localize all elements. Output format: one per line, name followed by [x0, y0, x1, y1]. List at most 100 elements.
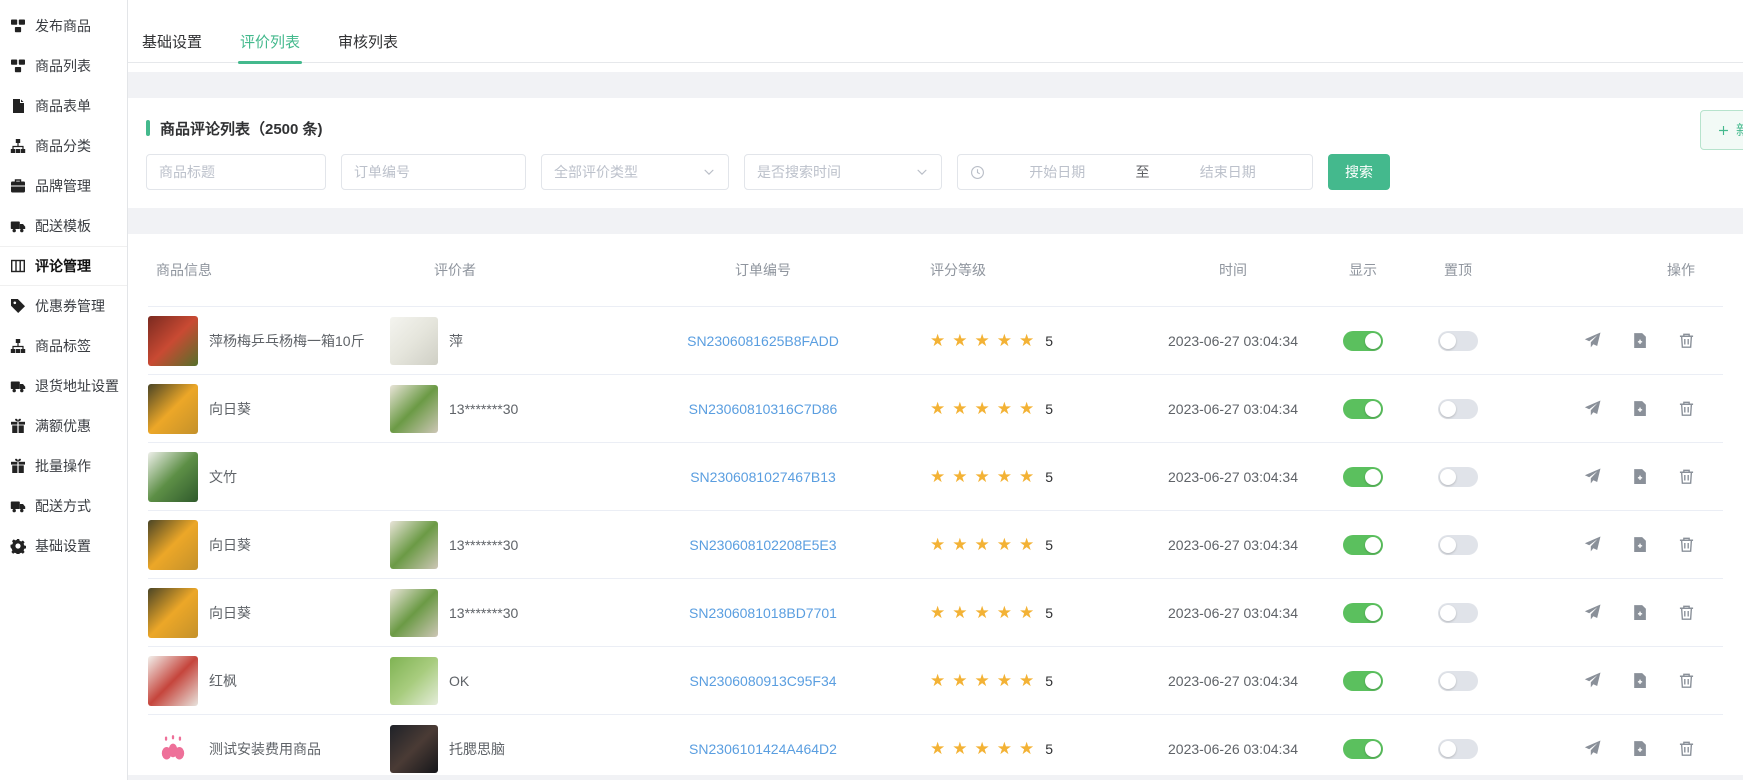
file-add-icon[interactable] — [1631, 400, 1648, 417]
order-number-link[interactable]: SN230608102208E5E3 — [689, 537, 836, 553]
send-icon[interactable] — [1584, 400, 1601, 417]
delete-icon[interactable] — [1678, 468, 1695, 485]
sidebar-item[interactable]: 配送方式 — [0, 486, 127, 526]
truck-icon — [10, 378, 26, 394]
sidebar-item[interactable]: 退货地址设置 — [0, 366, 127, 406]
tab-bar: 基础设置 评价列表 审核列表 — [128, 0, 1743, 72]
sidebar-item-label: 优惠券管理 — [35, 296, 105, 316]
column-header: 时间 — [1148, 260, 1318, 280]
start-date-field[interactable]: 开始日期 — [985, 162, 1130, 182]
reviewer-name: 托腮思脑 — [449, 739, 505, 759]
sidebar-item[interactable]: 优惠券管理 — [0, 286, 127, 326]
delete-icon[interactable] — [1678, 536, 1695, 553]
toggle-knob — [1365, 741, 1381, 757]
order-number-link[interactable]: SN2306081018BD7701 — [689, 605, 837, 621]
sidebar-item[interactable]: 发布商品 — [0, 6, 127, 46]
toggle-knob — [1440, 469, 1456, 485]
top-toggle[interactable] — [1438, 603, 1478, 623]
sidebar-item[interactable]: 商品标签 — [0, 326, 127, 366]
send-icon[interactable] — [1584, 468, 1601, 485]
file-add-icon[interactable] — [1631, 332, 1648, 349]
review-type-select[interactable]: 全部评价类型 — [541, 154, 729, 190]
tab[interactable]: 审核列表 — [338, 20, 398, 62]
table-row: 萍杨梅乒乓杨梅一箱10斤 萍 SN2306081625B8FADD ★★★★★ … — [148, 306, 1723, 374]
sidebar-item[interactable]: 批量操作 — [0, 446, 127, 486]
sidebar-item[interactable]: 品牌管理 — [0, 166, 127, 206]
order-no-input[interactable] — [341, 154, 526, 190]
plus-icon — [1717, 124, 1730, 137]
sidebar-item[interactable]: 评论管理 — [0, 246, 127, 286]
show-toggle[interactable] — [1343, 399, 1383, 419]
send-icon[interactable] — [1584, 536, 1601, 553]
search-button[interactable]: 搜索 — [1328, 154, 1390, 190]
sidebar-item-label: 品牌管理 — [35, 176, 91, 196]
review-time: 2023-06-27 03:04:34 — [1168, 605, 1298, 621]
sidebar-item[interactable]: 基础设置 — [0, 526, 127, 566]
rating-stars: ★★★★★ — [930, 604, 1041, 621]
date-range-picker[interactable]: 开始日期 至 结束日期 — [957, 154, 1313, 190]
send-icon[interactable] — [1584, 604, 1601, 621]
tab[interactable]: 基础设置 — [142, 20, 202, 62]
sidebar-item[interactable]: 满额优惠 — [0, 406, 127, 446]
product-name: 向日葵 — [209, 535, 251, 555]
sidebar-item[interactable]: 商品分类 — [0, 126, 127, 166]
top-toggle[interactable] — [1438, 331, 1478, 351]
send-icon[interactable] — [1584, 740, 1601, 757]
reviewer-name: OK — [449, 673, 469, 689]
toggle-knob — [1365, 469, 1381, 485]
delete-icon[interactable] — [1678, 740, 1695, 757]
order-number-link[interactable]: SN2306081027467B13 — [690, 469, 836, 485]
show-toggle[interactable] — [1343, 331, 1383, 351]
product-title-input[interactable] — [146, 154, 326, 190]
end-date-field[interactable]: 结束日期 — [1156, 162, 1301, 182]
truck-icon — [10, 498, 26, 514]
product-image — [148, 316, 198, 366]
send-icon[interactable] — [1584, 332, 1601, 349]
order-number-link[interactable]: SN23060810316C7D86 — [689, 401, 838, 417]
add-new-button[interactable]: 新增 — [1700, 110, 1743, 150]
briefcase-icon — [10, 178, 26, 194]
sidebar-item[interactable]: 配送模板 — [0, 206, 127, 246]
order-number-link[interactable]: SN2306101424A464D2 — [689, 741, 837, 757]
sidebar-item-label: 批量操作 — [35, 456, 91, 476]
rating-value: 5 — [1045, 333, 1053, 349]
tab[interactable]: 评价列表 — [240, 20, 300, 62]
show-toggle[interactable] — [1343, 739, 1383, 759]
show-toggle[interactable] — [1343, 467, 1383, 487]
top-toggle[interactable] — [1438, 399, 1478, 419]
show-toggle[interactable] — [1343, 603, 1383, 623]
file-add-icon[interactable] — [1631, 672, 1648, 689]
send-icon[interactable] — [1584, 672, 1601, 689]
column-header: 置顶 — [1408, 260, 1508, 280]
reviewer-name: 13*******30 — [449, 537, 518, 553]
file-add-icon[interactable] — [1631, 536, 1648, 553]
delete-icon[interactable] — [1678, 604, 1695, 621]
top-toggle[interactable] — [1438, 467, 1478, 487]
delete-icon[interactable] — [1678, 672, 1695, 689]
show-toggle[interactable] — [1343, 671, 1383, 691]
file-add-icon[interactable] — [1631, 604, 1648, 621]
time-search-select[interactable]: 是否搜索时间 — [744, 154, 942, 190]
sidebar-item[interactable]: 商品列表 — [0, 46, 127, 86]
title-accent-bar — [146, 120, 150, 136]
top-toggle[interactable] — [1438, 535, 1478, 555]
review-time: 2023-06-27 03:04:34 — [1168, 673, 1298, 689]
product-image — [148, 452, 198, 502]
table-row: 文竹 SN2306081027467B13 ★★★★★ 5 2023-06-27… — [148, 442, 1723, 510]
file-add-icon[interactable] — [1631, 468, 1648, 485]
delete-icon[interactable] — [1678, 400, 1695, 417]
sidebar-item-label: 退货地址设置 — [35, 376, 119, 396]
sidebar-item[interactable]: 商品表单 — [0, 86, 127, 126]
toggle-knob — [1365, 673, 1381, 689]
show-toggle[interactable] — [1343, 535, 1383, 555]
order-number-link[interactable]: SN2306080913C95F34 — [689, 673, 836, 689]
clock-icon — [970, 165, 985, 180]
delete-icon[interactable] — [1678, 332, 1695, 349]
toggle-knob — [1365, 401, 1381, 417]
product-name: 文竹 — [209, 467, 237, 487]
top-toggle[interactable] — [1438, 739, 1478, 759]
order-number-link[interactable]: SN2306081625B8FADD — [687, 333, 839, 349]
top-toggle[interactable] — [1438, 671, 1478, 691]
file-add-icon[interactable] — [1631, 740, 1648, 757]
reviewer-avatar — [390, 657, 438, 705]
